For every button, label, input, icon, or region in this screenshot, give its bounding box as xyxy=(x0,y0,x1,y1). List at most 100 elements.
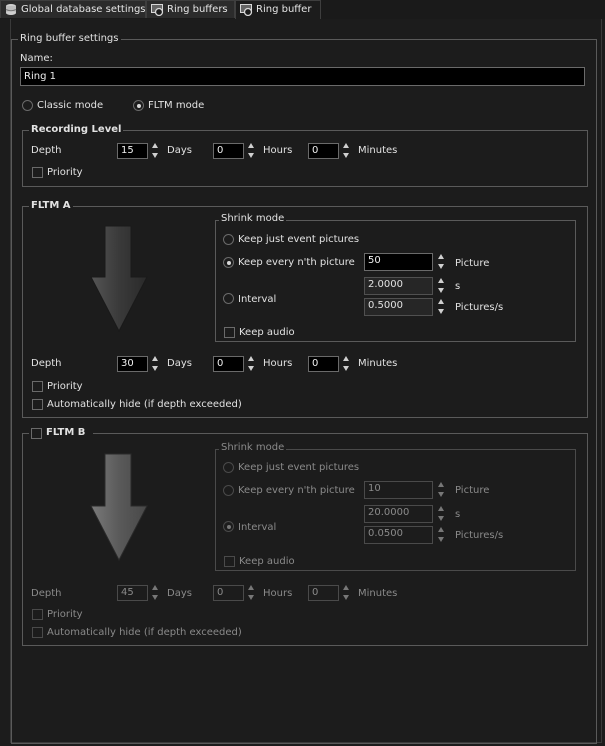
recording-priority-label: Priority xyxy=(47,167,83,178)
spin-down-icon[interactable] xyxy=(438,264,444,269)
spin-down-icon[interactable] xyxy=(438,492,444,497)
spin-down-icon[interactable] xyxy=(248,153,254,158)
fltm-b-depth-label: Depth xyxy=(31,588,62,599)
spin-down-icon[interactable] xyxy=(343,595,349,600)
recording-minutes-spinner[interactable] xyxy=(342,142,351,160)
fltm-a-interval-rate-input[interactable]: 0.5000 xyxy=(364,298,433,316)
fltm-b-nth-spinner[interactable] xyxy=(437,481,446,499)
name-input[interactable]: Ring 1 xyxy=(20,67,585,86)
fltm-a-autohide-checkbox[interactable] xyxy=(32,399,43,410)
minutes-label: Minutes xyxy=(358,588,398,599)
recording-days-input[interactable]: 15 xyxy=(117,143,148,159)
fltm-b-interval-s-input[interactable]: 20.0000 xyxy=(364,505,433,523)
fltm-b-nth-input[interactable]: 10 xyxy=(364,481,433,499)
fltm-b-hours-spinner[interactable] xyxy=(247,584,256,602)
spin-up-icon[interactable] xyxy=(248,585,254,590)
spin-up-icon[interactable] xyxy=(438,254,444,259)
fltm-a-nth-input[interactable]: 50 xyxy=(364,253,433,271)
fltm-b-priority-checkbox[interactable] xyxy=(32,609,43,620)
spin-up-icon[interactable] xyxy=(438,506,444,511)
fltm-a-hours-input[interactable]: 0 xyxy=(213,356,244,372)
spin-up-icon[interactable] xyxy=(248,143,254,148)
fltm-a-priority-checkbox[interactable] xyxy=(32,381,43,392)
spin-up-icon[interactable] xyxy=(152,585,158,590)
spin-down-icon[interactable] xyxy=(438,516,444,521)
spin-up-icon[interactable] xyxy=(152,356,158,361)
fltm-b-autohide-checkbox[interactable] xyxy=(32,627,43,638)
fltm-b-shrink-mode-title: Shrink mode xyxy=(219,442,287,453)
spin-up-icon[interactable] xyxy=(438,278,444,283)
fltm-a-keep-event-radio[interactable] xyxy=(223,234,234,245)
fltm-b-days-spinner[interactable] xyxy=(151,584,160,602)
hours-label: Hours xyxy=(263,588,293,599)
fltm-a-hours-spinner[interactable] xyxy=(247,355,256,373)
fltm-a-days-input[interactable]: 30 xyxy=(117,356,148,372)
spin-up-icon[interactable] xyxy=(343,356,349,361)
tab-ring-buffers[interactable]: Ring buffers xyxy=(146,0,235,18)
hours-label: Hours xyxy=(263,145,293,156)
spin-up-icon[interactable] xyxy=(152,143,158,148)
fltm-a-depth-label: Depth xyxy=(31,358,62,369)
fltm-b-keep-event-label: Keep just event pictures xyxy=(238,462,360,473)
spin-down-icon[interactable] xyxy=(248,595,254,600)
spin-down-icon[interactable] xyxy=(438,537,444,542)
fltm-b-keep-audio-checkbox[interactable] xyxy=(224,556,235,567)
ring-buffer-icon xyxy=(239,3,253,19)
ring-buffer-settings-title: Ring buffer settings xyxy=(18,33,121,44)
fltm-a-keep-nth-radio[interactable] xyxy=(223,257,234,268)
fltm-b-keep-nth-label: Keep every n'th picture xyxy=(238,485,355,496)
recording-hours-spinner[interactable] xyxy=(247,142,256,160)
fltm-a-nth-spinner[interactable] xyxy=(437,253,446,271)
fltm-a-interval-radio[interactable] xyxy=(223,293,234,304)
recording-priority-checkbox[interactable] xyxy=(32,167,43,178)
spin-down-icon[interactable] xyxy=(343,366,349,371)
fltm-b-keep-nth-radio[interactable] xyxy=(223,485,234,496)
fltm-a-interval-s-input[interactable]: 2.0000 xyxy=(364,277,433,295)
fltm-b-s-label: s xyxy=(455,509,461,520)
fltm-b-minutes-spinner[interactable] xyxy=(342,584,351,602)
fltm-mode-label: FLTM mode xyxy=(148,100,205,111)
recording-days-spinner[interactable] xyxy=(151,142,160,160)
fltm-a-minutes-input[interactable]: 0 xyxy=(308,356,339,372)
fltm-a-days-spinner[interactable] xyxy=(151,355,160,373)
fltm-b-picture-label: Picture xyxy=(455,485,490,496)
fltm-b-days-input[interactable]: 45 xyxy=(117,585,148,601)
spin-up-icon[interactable] xyxy=(343,585,349,590)
spin-up-icon[interactable] xyxy=(438,527,444,532)
spin-down-icon[interactable] xyxy=(248,366,254,371)
fltm-b-interval-s-spinner[interactable] xyxy=(437,505,446,523)
spin-down-icon[interactable] xyxy=(152,153,158,158)
recording-hours-input[interactable]: 0 xyxy=(213,143,244,159)
fltm-a-interval-rate-spinner[interactable] xyxy=(437,298,446,316)
fltm-b-enable-checkbox[interactable] xyxy=(31,428,42,439)
fltm-b-interval-rate-input[interactable]: 0.0500 xyxy=(364,526,433,544)
fltm-b-keep-event-radio[interactable] xyxy=(223,462,234,473)
classic-mode-radio[interactable] xyxy=(22,100,33,111)
fltm-b-interval-radio[interactable] xyxy=(223,521,234,532)
fltm-a-keep-audio-label: Keep audio xyxy=(239,327,295,338)
fltm-b-interval-rate-spinner[interactable] xyxy=(437,526,446,544)
fltm-b-rate-label: Pictures/s xyxy=(455,530,504,541)
spin-up-icon[interactable] xyxy=(438,299,444,304)
ring-buffers-icon xyxy=(150,3,164,19)
spin-down-icon[interactable] xyxy=(343,153,349,158)
spin-up-icon[interactable] xyxy=(248,356,254,361)
tab-global-database-settings[interactable]: Global database settings xyxy=(0,0,146,18)
fltm-a-interval-s-spinner[interactable] xyxy=(437,277,446,295)
spin-down-icon[interactable] xyxy=(438,309,444,314)
fltm-a-minutes-spinner[interactable] xyxy=(342,355,351,373)
fltm-b-hours-input[interactable]: 0 xyxy=(213,585,244,601)
spin-down-icon[interactable] xyxy=(438,288,444,293)
fltm-mode-radio[interactable] xyxy=(133,100,144,111)
recording-minutes-input[interactable]: 0 xyxy=(308,143,339,159)
fltm-a-picture-label: Picture xyxy=(455,258,490,269)
fltm-a-keep-audio-checkbox[interactable] xyxy=(224,327,235,338)
spin-down-icon[interactable] xyxy=(152,366,158,371)
spin-up-icon[interactable] xyxy=(438,482,444,487)
fltm-b-minutes-input[interactable]: 0 xyxy=(308,585,339,601)
tab-ring-buffer[interactable]: Ring buffer xyxy=(235,0,321,19)
days-label: Days xyxy=(167,588,192,599)
spin-up-icon[interactable] xyxy=(343,143,349,148)
spin-down-icon[interactable] xyxy=(152,595,158,600)
fltm-a-rate-label: Pictures/s xyxy=(455,302,504,313)
